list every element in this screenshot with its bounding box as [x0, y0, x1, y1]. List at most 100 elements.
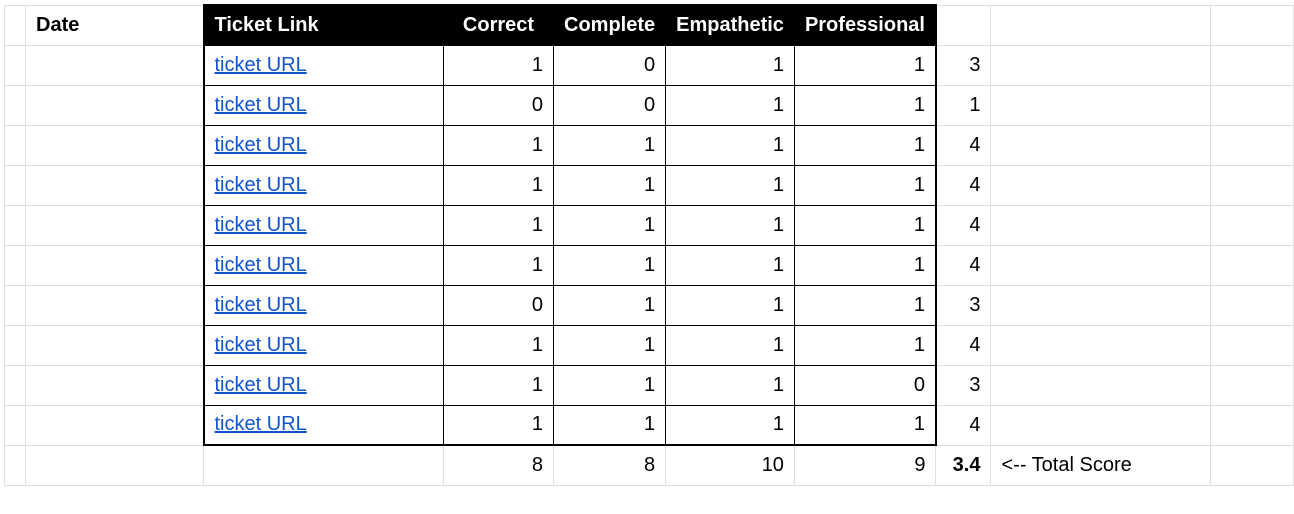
header-correct[interactable]: Correct	[444, 5, 554, 45]
gutter-cell[interactable]	[5, 125, 26, 165]
note-cell[interactable]	[991, 205, 1211, 245]
note-cell[interactable]	[991, 245, 1211, 285]
ticket-link[interactable]: ticket URL	[215, 374, 307, 396]
score-professional[interactable]: 0	[794, 365, 936, 405]
date-cell[interactable]	[26, 365, 204, 405]
gutter-cell[interactable]	[1211, 365, 1294, 405]
gutter-cell[interactable]	[5, 205, 26, 245]
row-sum[interactable]: 3	[936, 365, 991, 405]
score-professional[interactable]: 1	[794, 245, 936, 285]
score-complete[interactable]: 1	[554, 405, 666, 445]
date-cell[interactable]	[26, 445, 204, 485]
score-complete[interactable]: 1	[554, 285, 666, 325]
score-empathetic[interactable]: 1	[666, 205, 795, 245]
score-complete[interactable]: 1	[554, 365, 666, 405]
date-cell[interactable]	[26, 165, 204, 205]
gutter-cell[interactable]	[1211, 5, 1294, 45]
note-cell[interactable]	[991, 85, 1211, 125]
score-empathetic[interactable]: 1	[666, 285, 795, 325]
score-correct[interactable]: 1	[444, 45, 554, 85]
ticket-link-cell[interactable]: ticket URL	[204, 165, 444, 205]
score-correct[interactable]: 0	[444, 85, 554, 125]
ticket-link-cell[interactable]: ticket URL	[204, 125, 444, 165]
gutter-cell[interactable]	[5, 165, 26, 205]
ticket-link-cell[interactable]: ticket URL	[204, 285, 444, 325]
score-empathetic[interactable]: 1	[666, 45, 795, 85]
gutter-cell[interactable]	[5, 445, 26, 485]
ticket-link[interactable]: ticket URL	[215, 94, 307, 116]
gutter-cell[interactable]	[1211, 125, 1294, 165]
row-sum[interactable]: 1	[936, 85, 991, 125]
score-professional[interactable]: 1	[794, 285, 936, 325]
header-complete[interactable]: Complete	[554, 5, 666, 45]
total-score[interactable]: 3.4	[936, 445, 991, 485]
score-empathetic[interactable]: 1	[666, 245, 795, 285]
score-professional[interactable]: 1	[794, 205, 936, 245]
ticket-link-cell[interactable]: ticket URL	[204, 405, 444, 445]
score-professional[interactable]: 1	[794, 125, 936, 165]
gutter-cell[interactable]	[5, 245, 26, 285]
row-sum[interactable]: 3	[936, 45, 991, 85]
date-cell[interactable]	[26, 45, 204, 85]
gutter-cell[interactable]	[1211, 165, 1294, 205]
score-correct[interactable]: 1	[444, 365, 554, 405]
gutter-cell[interactable]	[1211, 245, 1294, 285]
score-correct[interactable]: 0	[444, 285, 554, 325]
score-complete[interactable]: 1	[554, 165, 666, 205]
ticket-link-cell[interactable]: ticket URL	[204, 365, 444, 405]
gutter-cell[interactable]	[1211, 45, 1294, 85]
score-correct[interactable]: 1	[444, 165, 554, 205]
total-correct[interactable]: 8	[444, 445, 554, 485]
header-empathetic[interactable]: Empathetic	[666, 5, 795, 45]
gutter-cell[interactable]	[5, 5, 26, 45]
gutter-cell[interactable]	[1211, 85, 1294, 125]
gutter-cell[interactable]	[5, 405, 26, 445]
score-correct[interactable]: 1	[444, 325, 554, 365]
note-cell[interactable]	[991, 405, 1211, 445]
total-complete[interactable]: 8	[554, 445, 666, 485]
date-cell[interactable]	[26, 125, 204, 165]
ticket-link[interactable]: ticket URL	[215, 413, 307, 435]
row-sum[interactable]: 3	[936, 285, 991, 325]
score-professional[interactable]: 1	[794, 325, 936, 365]
total-score-note[interactable]: <-- Total Score	[991, 445, 1211, 485]
date-cell[interactable]	[26, 205, 204, 245]
gutter-cell[interactable]	[5, 45, 26, 85]
gutter-cell[interactable]	[5, 285, 26, 325]
note-cell[interactable]	[991, 125, 1211, 165]
ticket-link[interactable]: ticket URL	[215, 214, 307, 236]
date-cell[interactable]	[26, 285, 204, 325]
note-cell[interactable]	[991, 365, 1211, 405]
gutter-cell[interactable]	[5, 85, 26, 125]
score-empathetic[interactable]: 1	[666, 325, 795, 365]
header-note[interactable]	[991, 5, 1211, 45]
score-correct[interactable]: 1	[444, 405, 554, 445]
score-complete[interactable]: 1	[554, 125, 666, 165]
date-cell[interactable]	[26, 245, 204, 285]
score-correct[interactable]: 1	[444, 245, 554, 285]
ticket-link-cell[interactable]: ticket URL	[204, 45, 444, 85]
score-correct[interactable]: 1	[444, 125, 554, 165]
ticket-link-cell[interactable]: ticket URL	[204, 325, 444, 365]
gutter-cell[interactable]	[5, 325, 26, 365]
row-sum[interactable]: 4	[936, 125, 991, 165]
total-professional[interactable]: 9	[794, 445, 936, 485]
header-date[interactable]: Date	[26, 5, 204, 45]
ticket-link[interactable]: ticket URL	[215, 134, 307, 156]
row-sum[interactable]: 4	[936, 325, 991, 365]
date-cell[interactable]	[26, 325, 204, 365]
score-empathetic[interactable]: 1	[666, 365, 795, 405]
score-professional[interactable]: 1	[794, 405, 936, 445]
row-sum[interactable]: 4	[936, 165, 991, 205]
total-empathetic[interactable]: 10	[666, 445, 795, 485]
ticket-link-cell[interactable]: ticket URL	[204, 245, 444, 285]
row-sum[interactable]: 4	[936, 205, 991, 245]
score-professional[interactable]: 1	[794, 165, 936, 205]
ticket-link-cell[interactable]: ticket URL	[204, 85, 444, 125]
score-professional[interactable]: 1	[794, 85, 936, 125]
note-cell[interactable]	[991, 165, 1211, 205]
gutter-cell[interactable]	[1211, 285, 1294, 325]
score-complete[interactable]: 1	[554, 325, 666, 365]
ticket-link[interactable]: ticket URL	[215, 54, 307, 76]
score-empathetic[interactable]: 1	[666, 85, 795, 125]
